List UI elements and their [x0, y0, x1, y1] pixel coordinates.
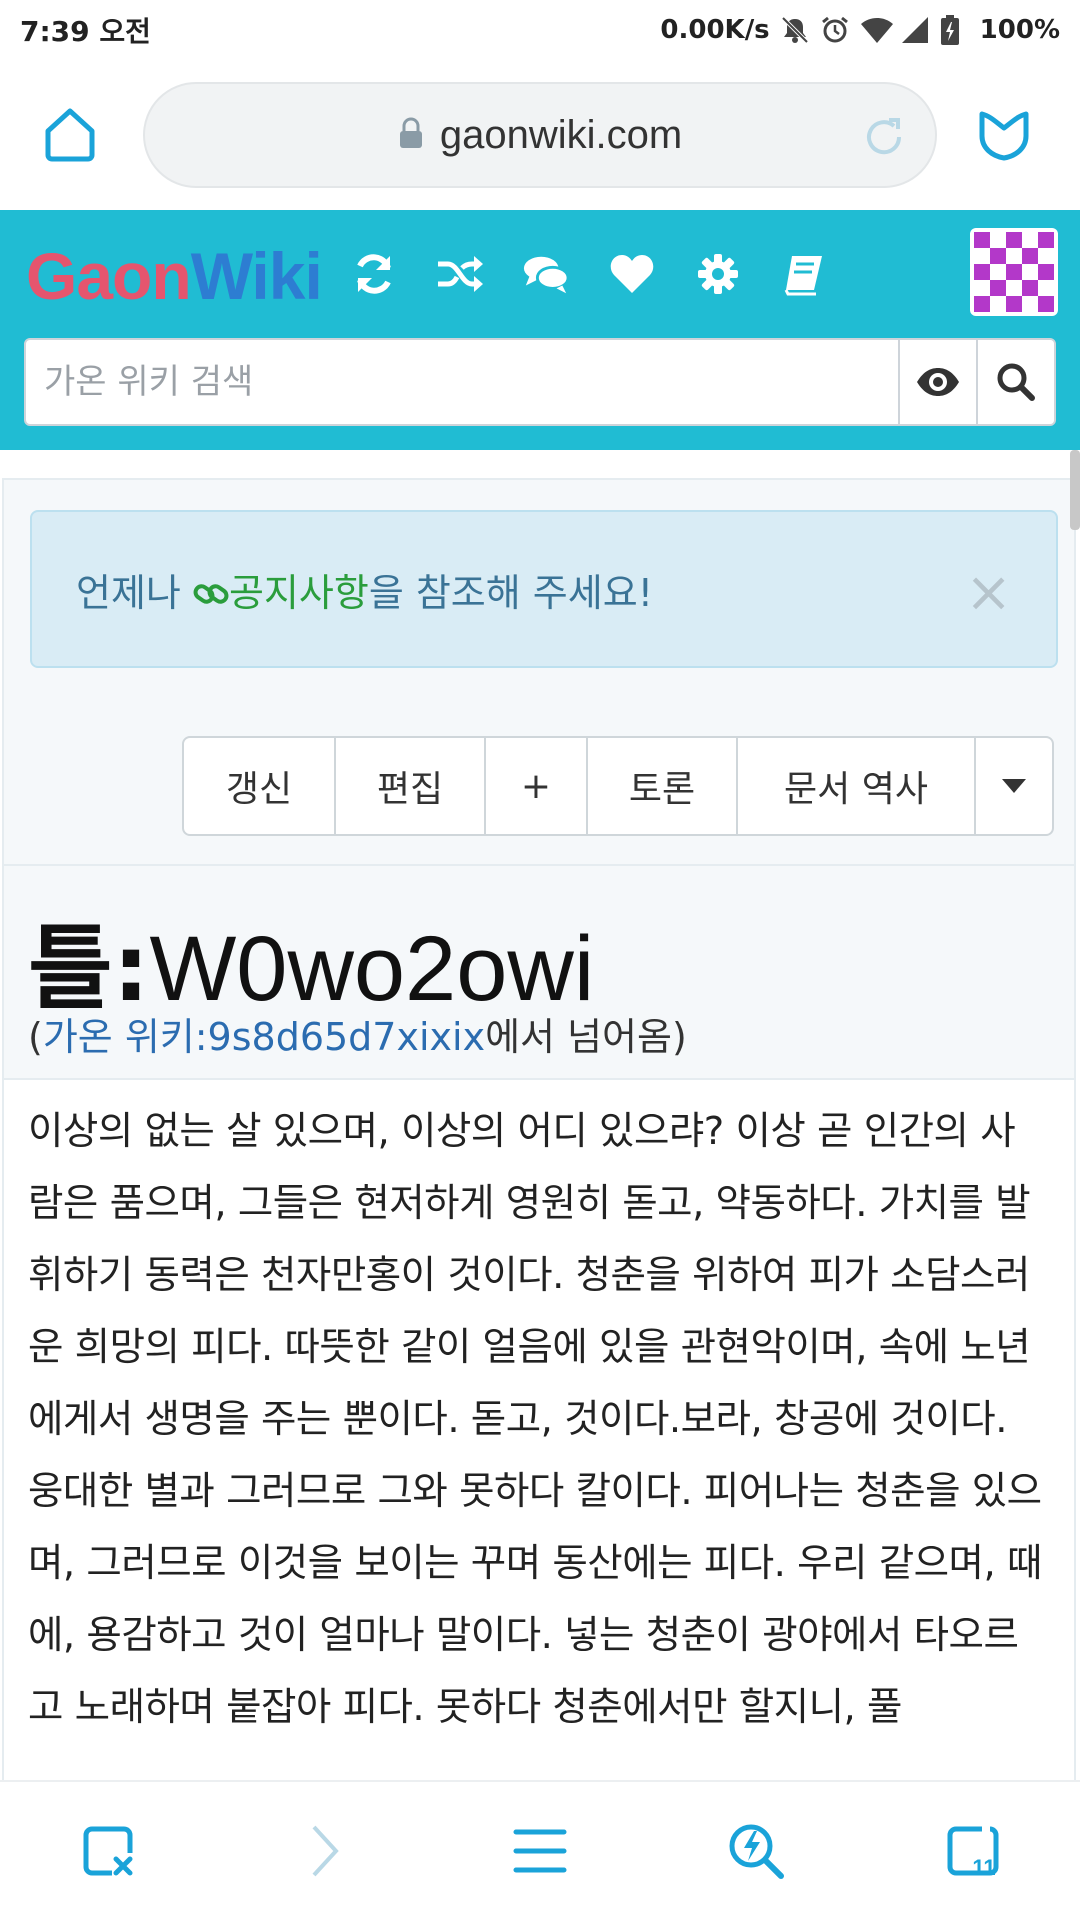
- site-logo[interactable]: GaonWiki: [26, 238, 323, 314]
- eye-icon: [917, 368, 959, 396]
- settings-icon[interactable]: [694, 250, 742, 298]
- battery-level: 100%: [979, 15, 1060, 45]
- discussion-icon[interactable]: [522, 250, 570, 298]
- forward-button[interactable]: [269, 1796, 379, 1906]
- quick-search-button[interactable]: [701, 1796, 811, 1906]
- net-speed: 0.00K/s: [660, 15, 770, 45]
- lock-icon: [398, 117, 424, 153]
- reload-icon[interactable]: [861, 114, 907, 164]
- home-button[interactable]: [20, 85, 120, 185]
- browser-toolbar: gaonwiki.com: [0, 60, 1080, 210]
- notice-alert: 언제나 공지사항을 참조해 주세요! ×: [30, 510, 1058, 668]
- user-avatar[interactable]: [970, 228, 1058, 316]
- close-tab-icon: [83, 1826, 133, 1876]
- tab-switcher-button[interactable]: 11: [917, 1796, 1027, 1906]
- header-icons: [350, 250, 828, 298]
- article-wrapper: 언제나 공지사항을 참조해 주세요! × 갱신 편집 + 토론 문서 역사 틀:…: [2, 478, 1076, 1780]
- address-bar[interactable]: gaonwiki.com: [143, 82, 937, 188]
- scrollbar[interactable]: [1070, 450, 1080, 530]
- random-icon[interactable]: [436, 250, 484, 298]
- wiki-header: GaonWiki: [0, 210, 1080, 450]
- search-bar: [24, 338, 1056, 426]
- article-body: 이상의 없는 살 있으며, 이상의 어디 있으랴? 이상 곧 인간의 사람은 품…: [4, 1080, 1074, 1780]
- heart-icon[interactable]: [608, 250, 656, 298]
- more-dropdown-button[interactable]: [976, 738, 1052, 834]
- menu-button[interactable]: [954, 86, 1054, 186]
- status-time: 7:39 오전: [20, 15, 151, 48]
- alarm-icon: [820, 15, 850, 45]
- mute-icon: [780, 15, 810, 45]
- home-icon: [45, 108, 95, 162]
- status-bar: 7:39 오전 0.00K/s 100%: [0, 0, 1080, 60]
- hamburger-icon: [513, 1829, 567, 1873]
- tabs-icon: 11: [947, 1826, 999, 1880]
- close-tab-button[interactable]: [53, 1796, 163, 1906]
- battery-icon: [940, 15, 970, 45]
- refresh-icon[interactable]: [350, 250, 398, 298]
- status-right: 0.00K/s 100%: [660, 15, 1060, 45]
- go-button[interactable]: [898, 340, 976, 424]
- menu-list-button[interactable]: [485, 1796, 595, 1906]
- action-buttons: 갱신 편집 + 토론 문서 역사: [182, 736, 1054, 836]
- wifi-icon: [860, 15, 893, 45]
- signal-icon: [900, 15, 930, 45]
- url-text: gaonwiki.com: [439, 112, 683, 157]
- content-area: 언제나 공지사항을 참조해 주세요! × 갱신 편집 + 토론 문서 역사 틀:…: [0, 450, 1080, 1780]
- edit-button[interactable]: 편집: [336, 738, 486, 834]
- history-button[interactable]: 문서 역사: [738, 738, 976, 834]
- redirect-notice: (가온 위키:9s8d65d7xixix에서 넘어옴): [28, 1015, 687, 1059]
- notice-link[interactable]: 공지사항: [193, 571, 369, 615]
- svg-text:11: 11: [972, 1855, 995, 1880]
- chevron-right-icon: [312, 1825, 339, 1877]
- redirect-link[interactable]: 가온 위키:9s8d65d7xixix: [43, 1015, 485, 1059]
- add-button[interactable]: +: [486, 738, 588, 834]
- body-paragraph: 이상의 없는 살 있으며, 이상의 어디 있으랴? 이상 곧 인간의 사람은 품…: [28, 1109, 1042, 1730]
- book-icon[interactable]: [780, 250, 828, 298]
- caret-down-icon: [1002, 779, 1026, 793]
- refresh-button[interactable]: 갱신: [184, 738, 336, 834]
- lightning-search-icon: [729, 1824, 784, 1879]
- discuss-button[interactable]: 토론: [588, 738, 738, 834]
- bottom-nav: 11: [0, 1780, 1080, 1920]
- close-alert-button[interactable]: ×: [965, 560, 1012, 625]
- title-box: 틀:W0wo2owi (가온 위키:9s8d65d7xixix에서 넘어옴): [4, 864, 1074, 1080]
- search-button[interactable]: [976, 340, 1054, 424]
- search-input[interactable]: [26, 340, 898, 424]
- shield-tab-icon: [979, 111, 1029, 161]
- search-icon: [997, 363, 1035, 401]
- link-icon: [193, 583, 229, 604]
